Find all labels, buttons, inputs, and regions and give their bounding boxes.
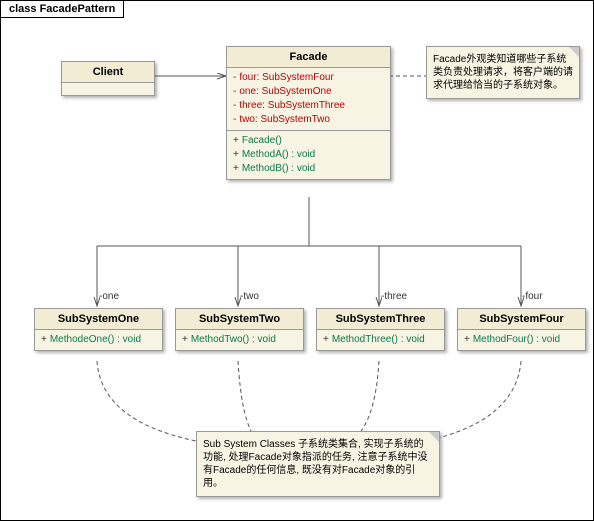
diagram-title: class FacadePattern bbox=[1, 1, 124, 18]
note-facade: Facade外观类知道哪些子系统类负责处理请求，将客户端的请求代理给恰当的子系统… bbox=[426, 46, 580, 99]
method-section: +Facade()+MethodA() : void+MethodB() : v… bbox=[227, 131, 390, 179]
diagram-frame: class FacadePattern Client Facade -four: bbox=[0, 0, 594, 521]
class-title: Facade bbox=[227, 47, 390, 68]
class-subsystemfour: SubSystemFour+MethodFour() : void bbox=[457, 308, 586, 351]
role-label: -one bbox=[99, 291, 119, 302]
note-subsystems: Sub System Classes 子系统类集合, 实现子系统的功能, 处理F… bbox=[196, 431, 440, 497]
class-facade: Facade -four: SubSystemFour-one: SubSyst… bbox=[226, 46, 391, 180]
attribute-section: -four: SubSystemFour-one: SubSystemOne-t… bbox=[227, 68, 390, 131]
class-title: SubSystemOne bbox=[35, 309, 162, 330]
role-label: -two bbox=[240, 291, 259, 302]
note-fold-icon bbox=[569, 47, 579, 57]
class-title: SubSystemTwo bbox=[176, 309, 303, 330]
role-label: -three bbox=[381, 291, 407, 302]
class-subsystemtwo: SubSystemTwo+MethodTwo() : void bbox=[175, 308, 304, 351]
class-title: SubSystemFour bbox=[458, 309, 585, 330]
note-fold-icon bbox=[429, 432, 439, 442]
class-title: SubSystemThree bbox=[317, 309, 444, 330]
class-client: Client bbox=[61, 61, 155, 96]
role-label: -four bbox=[522, 291, 543, 302]
class-subsystemthree: SubSystemThree+MethodThree() : void bbox=[316, 308, 445, 351]
class-title: Client bbox=[62, 62, 154, 83]
class-subsystemone: SubSystemOne+MethodeOne() : void bbox=[34, 308, 163, 351]
